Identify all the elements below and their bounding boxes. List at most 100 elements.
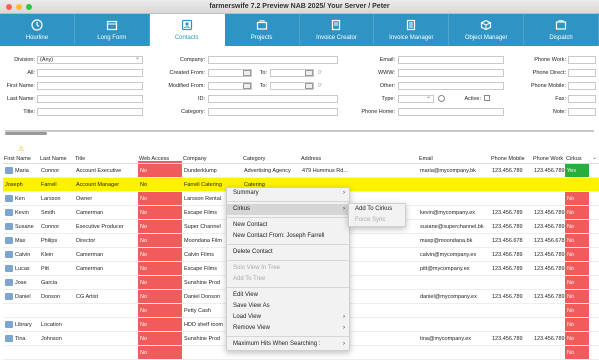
menu-item-label: Edit View (233, 292, 258, 298)
note-input[interactable] (568, 108, 596, 116)
toolbar-tab-projects[interactable]: Projects (225, 14, 300, 46)
www-input[interactable] (398, 69, 504, 77)
category-input[interactable] (208, 108, 338, 116)
cell-work: 123.456.789 (532, 290, 565, 303)
column-header-last-name[interactable]: Last Name (39, 156, 74, 163)
all-input[interactable] (37, 69, 143, 77)
cell-first: Jose (3, 276, 39, 289)
cell-first (3, 346, 39, 359)
phone-mobile-input[interactable] (568, 82, 596, 90)
cell-web: No (138, 178, 182, 191)
minimize-icon[interactable] (16, 4, 22, 10)
cell-web: No (138, 332, 182, 345)
toolbar-tab-invoice-manager[interactable]: Invoice Manager (374, 14, 450, 46)
cell-cirkus: No (565, 332, 589, 345)
cell-text: Sunshine Prod (184, 280, 221, 286)
toolbar-tab-object-manager[interactable]: Object Manager (449, 14, 525, 46)
column-header-company[interactable]: Company (182, 156, 242, 163)
cell-text: No (140, 238, 148, 244)
cell-last: Johnson (39, 332, 74, 345)
column-header-address[interactable]: Address (300, 156, 418, 163)
modified-to-calendar-icon[interactable] (305, 83, 313, 89)
column-header-web-access[interactable]: Web Access (138, 156, 182, 163)
cell-cirkus: No (565, 220, 589, 233)
column-header-cirkus[interactable]: Cirkus (565, 156, 589, 163)
toolbar-tab-label: Hourline (25, 35, 49, 41)
cell-text: Johnson (41, 336, 62, 342)
type-select[interactable] (398, 94, 434, 103)
panel-resize-handle[interactable] (5, 132, 47, 135)
fax-input[interactable] (568, 95, 596, 103)
column-header-email[interactable]: Email (418, 156, 490, 163)
cell-text: 123.456.789 (534, 210, 565, 216)
menu-item-remove-view[interactable]: Remove View › (227, 323, 349, 334)
cell-last: Connor (39, 164, 74, 177)
column-header-first-name[interactable]: First Name (3, 156, 39, 163)
cell-work: 123.456.789 (532, 220, 565, 233)
menu-item-summary[interactable]: Summary › (227, 188, 349, 199)
company-input[interactable] (208, 56, 338, 64)
toolbar-tab-dispatch[interactable]: Dispatch (524, 14, 599, 46)
cell-text: No (140, 350, 148, 356)
menu-item-maximum-hits-when-searching[interactable]: Maximum Hits When Searching : › (227, 339, 349, 350)
close-icon[interactable] (6, 4, 12, 10)
cell-title: Camerman (74, 262, 138, 275)
cell-text: Larsson (41, 196, 61, 202)
toolbar-tab-contacts[interactable]: Contacts (149, 14, 225, 46)
cell-text: Joseph (5, 182, 23, 188)
created-from-calendar-icon[interactable] (243, 70, 251, 76)
column-header-title[interactable]: Title (74, 156, 138, 163)
menu-item-edit-view[interactable]: Edit View (227, 290, 349, 301)
cell-text: Executive Producer (76, 224, 124, 230)
cell-web: No (138, 304, 182, 317)
cell-text: Calvin (15, 252, 31, 258)
phone-direct-input[interactable] (568, 69, 596, 77)
menu-item-cirkus[interactable]: Cirkus › (227, 204, 349, 215)
phone-home-input[interactable] (398, 108, 504, 116)
cell-text: 123.456.789 (534, 252, 565, 258)
cell-text: Owner (76, 196, 93, 202)
contact-avatar-icon (5, 209, 13, 217)
firstname-input[interactable] (37, 82, 143, 90)
created-to-calendar-icon[interactable] (305, 70, 313, 76)
column-header-category[interactable]: Category (242, 156, 300, 163)
cell-text: Kevin (15, 210, 29, 216)
lastname-input[interactable] (37, 95, 143, 103)
dispatch-icon (555, 19, 567, 35)
division-select[interactable]: (Any) (37, 55, 143, 64)
window-controls[interactable] (6, 4, 32, 10)
cell-email: maria@mycompany.bk (418, 164, 490, 177)
submenu-item-add-to-cirkus[interactable]: Add To Cirkus (349, 204, 405, 215)
cell-first: Ken (3, 192, 39, 205)
cell-last: Farrell (39, 178, 74, 191)
table-row[interactable]: Maria Connor Account Executive No Dunderklum… (3, 164, 599, 178)
cell-email (418, 178, 490, 191)
title-input[interactable] (37, 108, 143, 116)
gear-icon[interactable] (438, 95, 445, 102)
column-header-phone-mobile[interactable]: Phone Mobile (490, 156, 532, 163)
zoom-icon[interactable] (26, 4, 32, 10)
menu-item-save-view-as[interactable]: Save View As (227, 301, 349, 312)
other-input[interactable] (398, 82, 504, 90)
menu-item-new-contact-from-joseph-farrell[interactable]: New Contact From: Joseph Farrell (227, 231, 349, 242)
email-input[interactable] (398, 56, 504, 64)
id-input[interactable] (208, 95, 338, 103)
cell-first: Joseph (3, 178, 39, 191)
menu-item-delete-contact[interactable]: Delete Contact (227, 247, 349, 258)
active-label: Active: (464, 96, 481, 102)
column-header-phone-work[interactable]: Phone Work (532, 156, 565, 163)
cell-text: No (567, 308, 575, 314)
menu-item-new-contact[interactable]: New Contact (227, 220, 349, 231)
cell-text: HDD shelf room (184, 322, 224, 328)
phone-work-input[interactable] (568, 56, 596, 64)
cell-last: Philips (39, 234, 74, 247)
toolbar-tab-hourline[interactable]: Hourline (0, 14, 75, 46)
cell-text: No (140, 196, 148, 202)
chevron-right-icon: › (343, 206, 345, 212)
active-checkbox[interactable] (484, 95, 490, 101)
modified-from-calendar-icon[interactable] (243, 83, 251, 89)
menu-item-label: Cirkus (233, 206, 251, 212)
menu-item-load-view[interactable]: Load View › (227, 312, 349, 323)
toolbar-tab-invoice-creator[interactable]: Invoice Creator (300, 14, 375, 46)
toolbar-tab-long-form[interactable]: Long Form (75, 14, 150, 46)
